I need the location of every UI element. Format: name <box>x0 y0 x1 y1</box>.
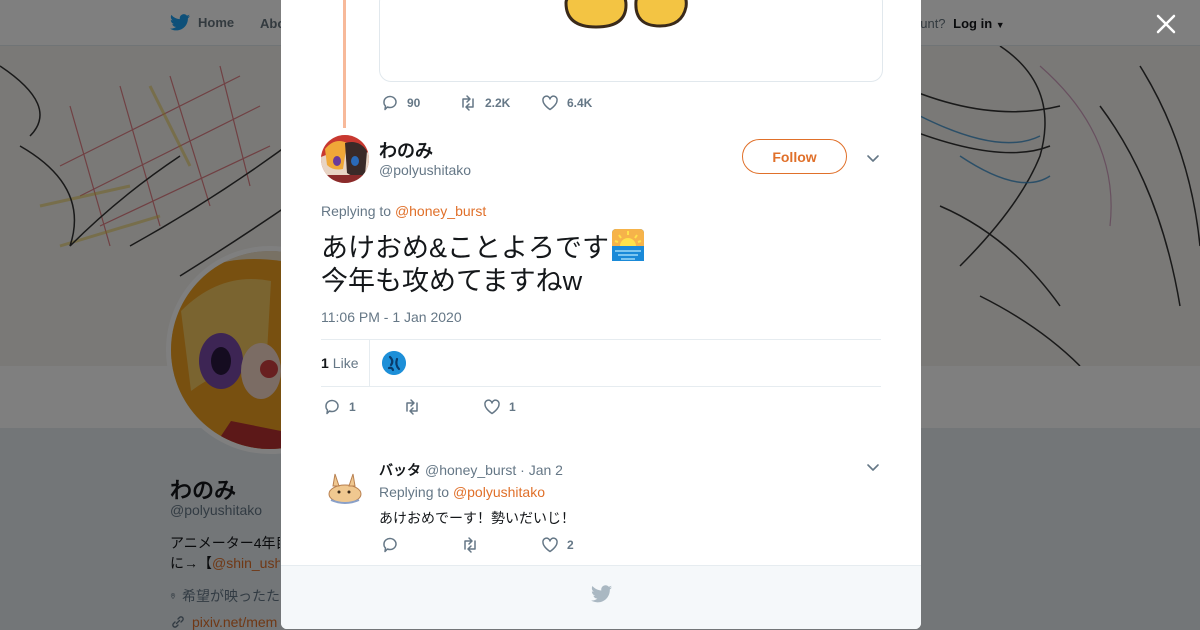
modal-footer <box>281 565 921 629</box>
retweet-icon <box>464 537 476 553</box>
reply-retweet-action[interactable] <box>461 536 541 554</box>
like-action[interactable]: 6.4K <box>541 94 592 112</box>
replying-prefix: Replying to <box>321 203 392 219</box>
close-icon[interactable] <box>1152 10 1180 38</box>
reply-replying-to-link[interactable]: @polyushitako <box>453 484 545 500</box>
reply-text: あけおめでーす！勢いだいじ！ <box>379 510 575 526</box>
author-avatar-image <box>321 135 369 183</box>
main-reply-count: 1 <box>349 400 356 414</box>
reply-action[interactable]: 90 <box>381 94 459 112</box>
heart-icon <box>542 95 558 111</box>
reply-replying-to: Replying to @polyushitako <box>379 484 545 500</box>
likes-count-label: Like <box>332 355 359 371</box>
author-handle[interactable]: @polyushitako <box>379 162 471 178</box>
reply-like-count: 2 <box>567 538 574 552</box>
like-count: 6.4K <box>567 96 593 110</box>
likes-count-number: 1 <box>321 355 329 371</box>
liker-avatar[interactable] <box>382 351 406 375</box>
replying-to: Replying to @honey_burst <box>321 203 486 219</box>
reply-icon <box>325 399 339 415</box>
main-like-action[interactable]: 1 <box>483 398 516 416</box>
tweet-text-line2: 今年も攻めてますねw <box>321 266 583 296</box>
heart-icon <box>542 537 558 553</box>
likes-divider <box>369 340 370 386</box>
reply-author-avatar[interactable] <box>321 464 369 512</box>
reply-author-handle[interactable]: @honey_burst <box>425 462 516 478</box>
reply-count: 90 <box>407 96 421 110</box>
retweet-icon <box>462 95 474 111</box>
media-illustration <box>564 0 688 29</box>
retweet-action[interactable]: 2.2K <box>459 94 541 112</box>
reply-like-action[interactable]: 2 <box>541 536 574 554</box>
likes-summary: 1 Like <box>321 339 881 387</box>
chevron-down-icon[interactable] <box>866 151 880 165</box>
tweet-text: あけおめ&ことよろです 今年も攻めてますねw <box>321 228 645 298</box>
tweet-text-line1-body: あけおめ&ことよろです <box>321 233 610 263</box>
previous-tweet-media[interactable] <box>379 0 883 82</box>
replying-to-link[interactable]: @honey_burst <box>395 203 486 219</box>
follow-button[interactable]: Follow <box>742 139 847 174</box>
tweet-modal: 90 2.2K 6.4K わのみ @polyushitako Follow Re… <box>281 0 921 629</box>
liker-avatar-image <box>382 351 406 375</box>
thread-connector-line <box>343 0 346 128</box>
reply-icon <box>383 537 397 553</box>
main-retweet-action[interactable] <box>403 398 483 416</box>
sunrise-emoji-icon <box>612 229 645 261</box>
heart-icon <box>484 399 500 415</box>
reply-reply-action[interactable] <box>381 536 461 554</box>
main-tweet-actions: 1 1 <box>323 398 516 416</box>
author-name[interactable]: わのみ <box>379 137 433 163</box>
main-reply-action[interactable]: 1 <box>323 398 403 416</box>
likes-count-link[interactable]: 1 Like <box>321 355 358 371</box>
retweet-icon <box>406 399 418 415</box>
retweet-count: 2.2K <box>485 96 511 110</box>
reply-replying-prefix: Replying to <box>379 484 450 500</box>
reply-avatar-image <box>321 464 369 512</box>
twitter-bird-icon <box>591 585 612 603</box>
chevron-down-icon[interactable] <box>866 460 880 474</box>
reply-date[interactable]: · Jan 2 <box>520 462 563 478</box>
author-avatar[interactable] <box>321 135 369 183</box>
previous-tweet-actions: 90 2.2K 6.4K <box>381 94 592 112</box>
reply-actions: 2 <box>381 536 574 554</box>
reply-header: バッタ @honey_burst · Jan 2 <box>379 460 563 480</box>
reply-icon <box>383 95 397 111</box>
tweet-text-line1: あけおめ&ことよろです <box>321 228 645 265</box>
tweet-timestamp[interactable]: 11:06 PM - 1 Jan 2020 <box>321 309 462 325</box>
main-like-count: 1 <box>509 400 516 414</box>
reply-author-name[interactable]: バッタ <box>379 462 421 478</box>
